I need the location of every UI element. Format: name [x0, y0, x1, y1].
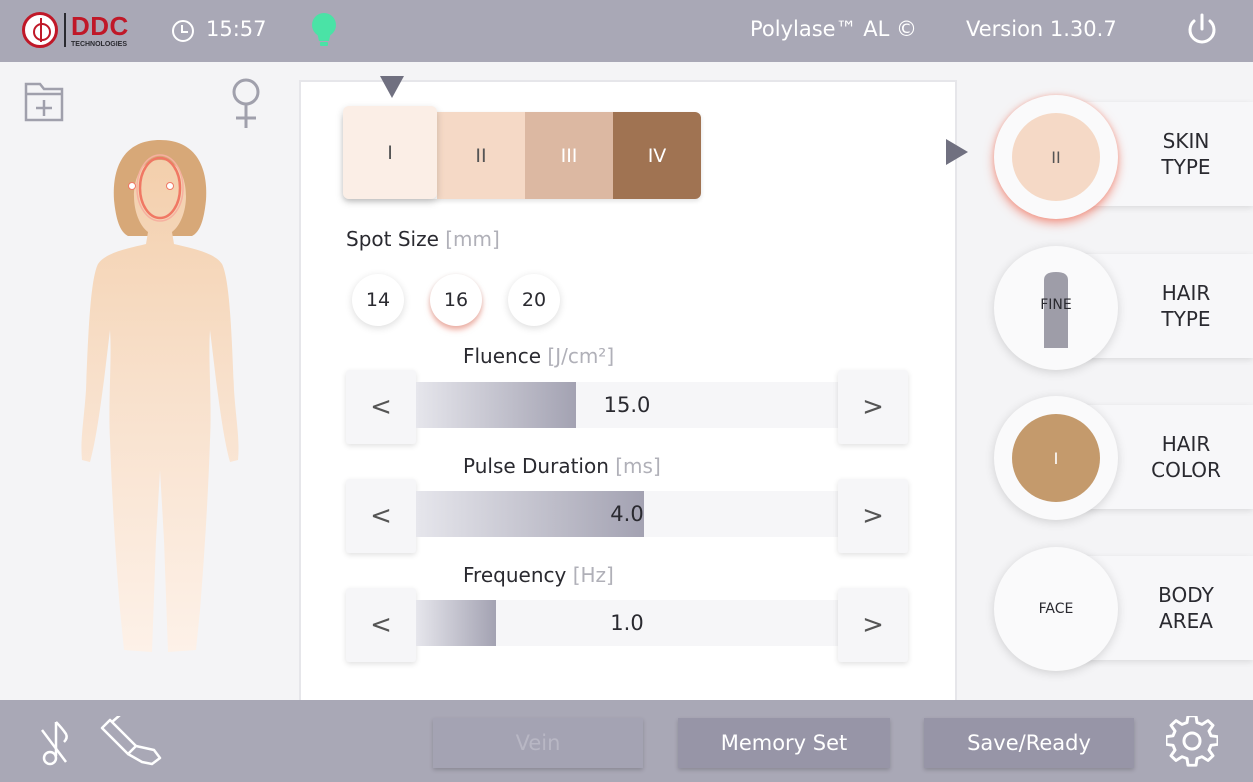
- pulse-duration-title: Pulse Duration: [463, 454, 609, 478]
- fluence-unit: [J/cm²]: [547, 344, 615, 368]
- skin-type-label-line1: SKIN: [1162, 129, 1210, 153]
- spot-size-20[interactable]: 20: [508, 274, 560, 326]
- save-ready-button[interactable]: Save/Ready: [924, 718, 1134, 768]
- pulse-duration-decrease-button[interactable]: <: [346, 479, 416, 553]
- pulse-duration-label: Pulse Duration [ms]: [463, 454, 661, 478]
- hair-type-selector[interactable]: FINE: [994, 246, 1118, 370]
- clock-icon: [172, 20, 194, 42]
- body-figure[interactable]: [60, 140, 260, 665]
- frequency-slider[interactable]: 1.0: [416, 600, 838, 646]
- body-area-value: FACE: [1038, 601, 1074, 617]
- fluence-decrease-button[interactable]: <: [346, 370, 416, 444]
- pulse-duration-unit: [ms]: [615, 454, 661, 478]
- body-area-selector[interactable]: FACE: [994, 547, 1118, 671]
- skin-type-scale: I II III IV: [343, 106, 701, 199]
- frequency-unit: [Hz]: [572, 563, 614, 587]
- frequency-title: Frequency: [463, 563, 567, 587]
- frequency-value: 1.0: [610, 611, 644, 635]
- lightbulb-icon: [312, 13, 336, 46]
- vein-button[interactable]: Vein: [433, 718, 643, 768]
- body-area-label-line1: BODY: [1158, 583, 1214, 607]
- logo-name: DDC: [71, 10, 129, 41]
- spot-size-title: Spot Size: [346, 227, 439, 251]
- fluence-control: < 15.0 >: [346, 370, 912, 444]
- body-area-label: BODY AREA: [1136, 582, 1236, 634]
- frequency-label: Frequency [Hz]: [463, 563, 614, 587]
- clock-time: 15:57: [206, 17, 267, 41]
- power-icon[interactable]: [1184, 12, 1220, 48]
- fluence-increase-button[interactable]: >: [838, 370, 908, 444]
- spot-size-unit: [mm]: [445, 227, 500, 251]
- pulse-duration-increase-button[interactable]: >: [838, 479, 908, 553]
- spot-size-16[interactable]: 16: [430, 274, 482, 326]
- frequency-decrease-button[interactable]: <: [346, 588, 416, 662]
- fluence-title: Fluence: [463, 344, 542, 368]
- new-patient-folder-icon[interactable]: [24, 78, 64, 122]
- logo-divider: [64, 13, 66, 47]
- hair-type-label: HAIR TYPE: [1136, 280, 1236, 332]
- skin-type-pointer: [946, 139, 968, 165]
- hair-color-value: I: [1012, 414, 1100, 502]
- body-area-label-line2: AREA: [1159, 609, 1213, 633]
- company-logo: DDC TECHNOLOGIES: [22, 12, 129, 48]
- hair-color-label: HAIR COLOR: [1136, 431, 1236, 483]
- product-name: Polylase™ AL ©: [750, 17, 918, 41]
- pulse-duration-control: < 4.0 >: [346, 479, 912, 553]
- fluence-value: 15.0: [603, 393, 651, 417]
- logo-subtext: TECHNOLOGIES: [71, 40, 128, 48]
- memory-set-button[interactable]: Memory Set: [678, 718, 890, 768]
- skin-type-i[interactable]: I: [343, 106, 437, 199]
- gear-icon[interactable]: [1166, 716, 1218, 768]
- hair-type-value: FINE: [1040, 297, 1072, 313]
- logo-mark: [22, 12, 58, 48]
- fluence-slider[interactable]: 15.0: [416, 382, 838, 428]
- spot-size-label: Spot Size [mm]: [346, 227, 500, 251]
- skin-scale-marker: [380, 76, 404, 98]
- hair-type-label-line2: TYPE: [1161, 307, 1211, 331]
- handpiece-icon[interactable]: [98, 716, 164, 768]
- skin-type-selector[interactable]: II: [994, 95, 1118, 219]
- skin-type-value: II: [1012, 113, 1100, 201]
- hair-color-selector[interactable]: I: [994, 396, 1118, 520]
- frequency-increase-button[interactable]: >: [838, 588, 908, 662]
- skin-type-ii[interactable]: II: [437, 112, 525, 199]
- skin-type-label-line2: TYPE: [1161, 155, 1211, 179]
- fluence-label: Fluence [J/cm²]: [463, 344, 614, 368]
- version-label: Version 1.30.7: [966, 17, 1117, 41]
- hair-color-label-line1: HAIR: [1161, 432, 1211, 456]
- hair-color-label-line2: COLOR: [1151, 458, 1221, 482]
- music-mute-icon[interactable]: [38, 718, 72, 768]
- hair-type-label-line1: HAIR: [1161, 281, 1211, 305]
- female-gender-icon[interactable]: [228, 76, 264, 132]
- pulse-duration-slider[interactable]: 4.0: [416, 491, 838, 537]
- logo-text: DDC TECHNOLOGIES: [71, 13, 129, 48]
- frequency-control: < 1.0 >: [346, 588, 912, 662]
- spot-size-14[interactable]: 14: [352, 274, 404, 326]
- skin-type-label: SKIN TYPE: [1136, 128, 1236, 180]
- pulse-duration-value: 4.0: [610, 502, 644, 526]
- skin-type-iv[interactable]: IV: [613, 112, 701, 199]
- skin-type-iii[interactable]: III: [525, 112, 613, 199]
